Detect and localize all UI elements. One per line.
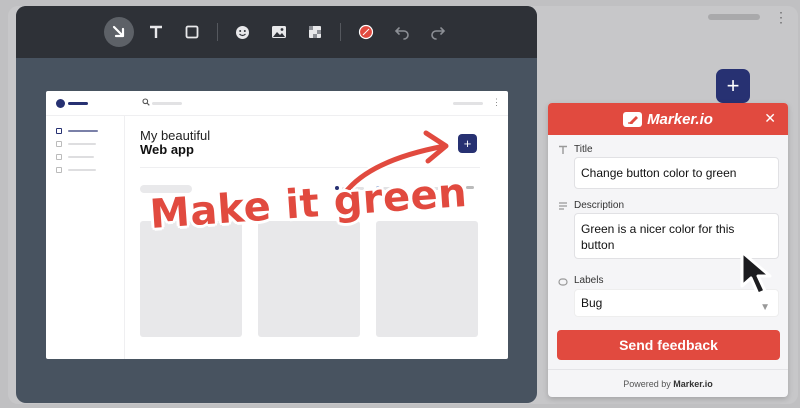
powered-by-text: Powered by xyxy=(623,379,671,389)
labels-label: Labels xyxy=(574,275,604,286)
title-label: Title xyxy=(574,144,593,155)
labels-selected-value: Bug xyxy=(581,296,603,310)
chevron-down-icon: ▼ xyxy=(760,302,770,313)
powered-by-brand[interactable]: Marker.io xyxy=(673,379,713,389)
label-tag-icon xyxy=(558,278,568,286)
text-field-icon xyxy=(559,145,567,154)
powered-by-footer: Powered by Marker.io xyxy=(548,369,788,397)
mouse-cursor-icon xyxy=(740,250,772,296)
brand-name: Marker.io xyxy=(647,110,713,128)
brand: Marker.io xyxy=(623,111,713,128)
close-icon[interactable]: ✕ xyxy=(764,111,776,125)
description-label: Description xyxy=(574,200,625,211)
panel-header: Marker.io ✕ xyxy=(548,103,788,135)
send-feedback-button[interactable]: Send feedback xyxy=(557,330,780,360)
title-input[interactable]: Change button color to green xyxy=(574,157,779,189)
marker-logo-icon xyxy=(623,111,643,127)
description-icon xyxy=(559,202,567,210)
